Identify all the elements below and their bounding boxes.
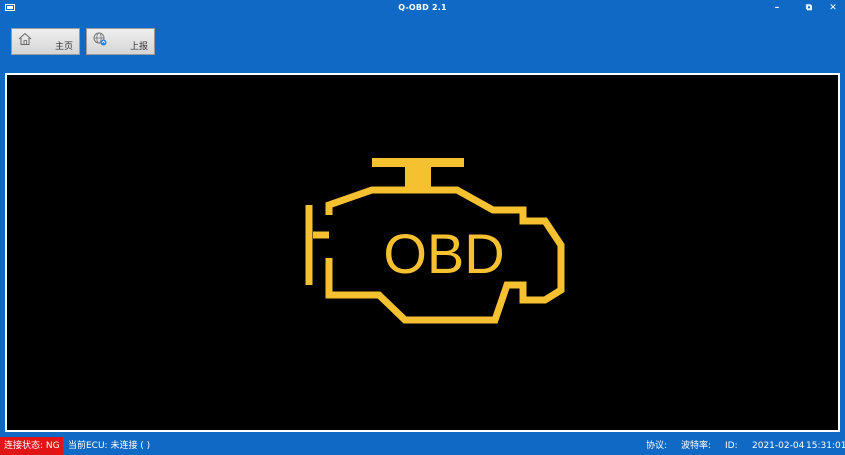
- connection-status: 连接状态: NG: [0, 437, 63, 455]
- obd-logo-text: OBD: [383, 222, 504, 285]
- close-button[interactable]: ✕: [821, 0, 845, 16]
- obd-display-panel: OBD: [7, 75, 838, 430]
- connection-status-value: NG: [45, 441, 60, 451]
- protocol-label: 协议:: [646, 441, 668, 451]
- baud-rate-label: 波特率:: [681, 441, 712, 451]
- id-label: ID:: [725, 441, 738, 451]
- status-date: 2021-02-04: [752, 441, 805, 451]
- current-ecu: 当前ECU: 未连接 ( ): [68, 441, 151, 451]
- title-bar: Q-OBD 2.1 – ⧉ ✕: [0, 0, 845, 16]
- report-button-label: 上报: [129, 42, 148, 52]
- report-button[interactable]: 上报: [86, 28, 155, 55]
- home-icon: [18, 32, 32, 45]
- status-bar: 连接状态: NG 当前ECU: 未连接 ( ) 协议: 波特率: ID: 202…: [0, 437, 845, 455]
- content-frame: OBD: [5, 73, 840, 432]
- connection-status-label: 连接状态:: [4, 441, 44, 451]
- home-button-label: 主页: [54, 42, 73, 52]
- window-title: Q-OBD 2.1: [398, 3, 447, 12]
- status-time: 15:31:01: [806, 441, 845, 451]
- restore-button[interactable]: ⧉: [797, 0, 821, 16]
- home-button[interactable]: 主页: [11, 28, 80, 55]
- globe-upload-icon: [93, 32, 107, 46]
- check-engine-icon: OBD: [305, 158, 565, 324]
- minimize-button[interactable]: –: [765, 0, 789, 16]
